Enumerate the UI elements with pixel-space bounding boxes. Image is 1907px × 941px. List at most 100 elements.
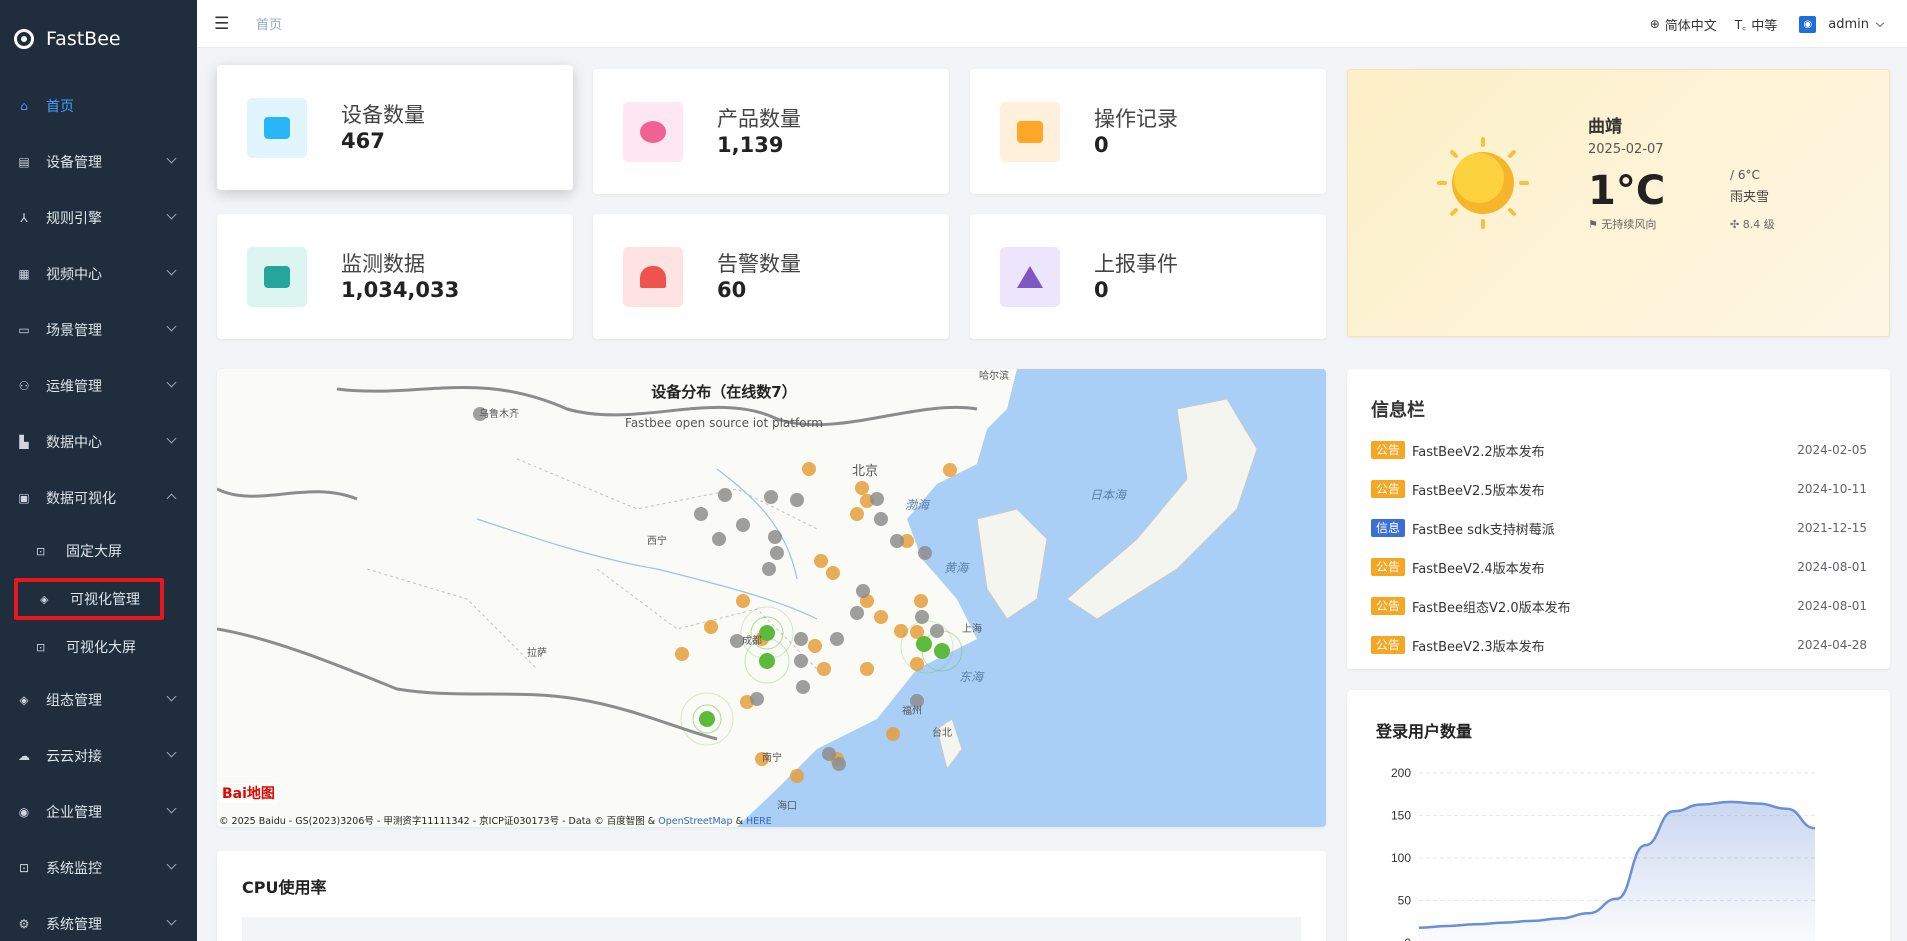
list-item[interactable]: 公告 FastBee组态V2.0版本发布 2024-08-01 bbox=[1371, 596, 1867, 616]
weather-wind-direction: ⚑ 无持续风向 bbox=[1588, 218, 1657, 231]
notice-tag: 公告 bbox=[1371, 480, 1406, 498]
map-label: 北京 bbox=[852, 463, 878, 478]
stat-card-events[interactable]: 上报事件 0 bbox=[970, 214, 1326, 339]
user-menu[interactable]: ◉ admin bbox=[1799, 15, 1885, 33]
stat-card-monitor[interactable]: 监测数据 1,034,033 bbox=[217, 214, 573, 339]
fan-icon: ✣ bbox=[1730, 218, 1743, 231]
notice-tag: 公告 bbox=[1371, 597, 1406, 615]
sidebar-subitem-visual-screen[interactable]: ⊡ 可视化大屏 bbox=[0, 622, 197, 672]
chevron-down-icon bbox=[166, 377, 177, 388]
sidebar-item-rule[interactable]: ⅄ 规则引擎 bbox=[0, 190, 197, 246]
bar-chart-icon: ▙ bbox=[19, 435, 29, 449]
cpu-title: CPU使用率 bbox=[242, 878, 327, 897]
sidebar-item-scene[interactable]: ▭ 场景管理 bbox=[0, 302, 197, 358]
wind-icon: ⚑ bbox=[1588, 218, 1602, 231]
y-tick-label: 100 bbox=[1391, 851, 1411, 865]
map-subtitle: Fastbee open source iot platform bbox=[625, 416, 823, 430]
fastbee-logo-icon bbox=[14, 29, 34, 49]
pulse-monitor-icon bbox=[247, 246, 307, 307]
scene-icon: ▭ bbox=[18, 323, 30, 337]
stat-card-devices[interactable]: 设备数量 467 bbox=[217, 65, 573, 190]
app-logo[interactable]: FastBee bbox=[0, 0, 197, 78]
login-users-card: 登录用户数量 200150100500 bbox=[1347, 690, 1890, 941]
here-link[interactable]: HERE bbox=[746, 816, 772, 827]
list-item[interactable]: 信息 FastBee sdk支持树莓派 2021-12-15 bbox=[1371, 518, 1867, 538]
weather-date: 2025-02-07 bbox=[1588, 142, 1664, 157]
sidebar-item-device[interactable]: ▤ 设备管理 bbox=[0, 134, 197, 190]
map-label: 拉萨 bbox=[527, 646, 547, 659]
stat-card-operations[interactable]: 操作记录 0 bbox=[970, 69, 1326, 194]
triangle-event-icon bbox=[1000, 246, 1060, 307]
map-label: 成都 bbox=[742, 635, 762, 647]
map-label: 福州 bbox=[902, 704, 922, 717]
info-title: 信息栏 bbox=[1371, 400, 1425, 421]
weather-condition: 雨夹雪 bbox=[1730, 190, 1770, 205]
y-tick-label: 200 bbox=[1391, 766, 1411, 780]
device-icon bbox=[247, 97, 307, 158]
breadcrumb[interactable]: 首页 bbox=[256, 14, 282, 33]
sidebar-item-monitor[interactable]: ⊡ 系统监控 bbox=[0, 840, 197, 896]
sidebar-item-visual[interactable]: ▣ 数据可视化 bbox=[0, 470, 197, 526]
rule-icon: ⅄ bbox=[20, 211, 28, 225]
device-map[interactable]: 乌鲁木齐 北京 西宁 拉萨 成都 上海 台北 福州 南宁 海口 哈尔滨 渤海 黄… bbox=[217, 369, 1326, 827]
ops-icon: ⚇ bbox=[18, 379, 30, 393]
screen-icon: ⊡ bbox=[36, 544, 46, 558]
topbar: ☰ 首页 ⊕ 简体中文 T꜀ 中等 ◉ admin bbox=[197, 0, 1907, 48]
font-size-icon: T꜀ bbox=[1734, 17, 1747, 32]
map-label: 海口 bbox=[777, 799, 797, 812]
map-sea-label: 东海 bbox=[959, 670, 985, 684]
sidebar-item-ops[interactable]: ⚇ 运维管理 bbox=[0, 358, 197, 414]
osm-link[interactable]: OpenStreetMap bbox=[658, 816, 732, 827]
sidebar-item-enterprise[interactable]: ◉ 企业管理 bbox=[0, 784, 197, 840]
sidebar-item-video[interactable]: ▦ 视频中心 bbox=[0, 246, 197, 302]
list-item[interactable]: 公告 FastBeeV2.4版本发布 2024-08-01 bbox=[1371, 557, 1867, 577]
notice-tag: 公告 bbox=[1371, 558, 1406, 576]
sidebar-subitem-fixed-screen[interactable]: ⊡ 固定大屏 bbox=[0, 526, 197, 576]
info-panel: 信息栏 公告 FastBeeV2.2版本发布 2024-02-05 公告 FastBe… bbox=[1347, 369, 1890, 669]
monitor-icon: ⊡ bbox=[18, 861, 30, 875]
sidebar-item-config[interactable]: ◈ 组态管理 bbox=[0, 672, 197, 728]
sidebar-item-data[interactable]: ▙ 数据中心 bbox=[0, 414, 197, 470]
notice-tag: 公告 bbox=[1371, 441, 1406, 459]
map-attribution: © 2025 Baidu - GS(2023)3206号 - 甲测资字11111… bbox=[219, 816, 772, 827]
users-line-chart: 200 150 100 50 0 bbox=[1391, 766, 1816, 941]
cloud-icon: ☁ bbox=[18, 749, 30, 763]
baidu-map-logo[interactable]: Bai地图 bbox=[220, 783, 277, 803]
chevron-down-icon bbox=[166, 209, 177, 220]
map-label: 南宁 bbox=[762, 751, 782, 764]
users-area bbox=[1419, 801, 1815, 941]
sidebar-item-cloud[interactable]: ☁ 云云对接 bbox=[0, 728, 197, 784]
map-canvas[interactable]: 乌鲁木齐 北京 西宁 拉萨 成都 上海 台北 福州 南宁 海口 哈尔滨 渤海 黄… bbox=[217, 369, 1326, 827]
list-item[interactable]: 公告 FastBeeV2.5版本发布 2024-10-11 bbox=[1371, 479, 1867, 499]
chevron-down-icon bbox=[166, 803, 177, 814]
chevron-down-icon bbox=[166, 915, 177, 926]
chevron-down-icon bbox=[166, 433, 177, 444]
language-switch[interactable]: ⊕ 简体中文 bbox=[1650, 15, 1717, 34]
notice-tag: 公告 bbox=[1371, 636, 1406, 654]
device-icon: ▤ bbox=[18, 155, 30, 169]
settings-icon: ⚙ bbox=[18, 917, 30, 931]
map-sea-label: 日本海 bbox=[1090, 488, 1128, 502]
sidebar-item-home[interactable]: ⌂ 首页 bbox=[0, 78, 197, 134]
y-tick-label: 0 bbox=[1404, 936, 1411, 941]
weather-city: 曲靖 bbox=[1588, 117, 1622, 137]
map-sea-label: 渤海 bbox=[905, 498, 931, 512]
alarm-siren-icon bbox=[623, 246, 683, 307]
sidebar-subitem-visual-manage[interactable]: ◈ 可视化管理 bbox=[14, 578, 164, 620]
size-switch[interactable]: T꜀ 中等 bbox=[1735, 15, 1778, 34]
sidebar-item-system[interactable]: ⚙ 系统管理 bbox=[0, 896, 197, 941]
screen-icon: ⊡ bbox=[36, 640, 46, 654]
info-tag: 信息 bbox=[1371, 519, 1406, 537]
cpu-chart-area bbox=[242, 917, 1301, 941]
stat-card-alarms[interactable]: 告警数量 60 bbox=[593, 214, 949, 339]
list-item[interactable]: 公告 FastBeeV2.3版本发布 2024-04-28 bbox=[1371, 635, 1867, 655]
visual-icon: ▣ bbox=[18, 491, 30, 505]
map-sea-label: 黄海 bbox=[944, 561, 970, 575]
layers-icon: ◈ bbox=[19, 693, 29, 707]
menu-toggle-icon[interactable]: ☰ bbox=[214, 14, 230, 34]
globe-icon: ⊕ bbox=[1649, 17, 1660, 31]
chevron-down-icon bbox=[1875, 18, 1885, 27]
weather-card: 曲靖 2025-02-07 1°C ⚑ 无持续风向 / 6°C 雨夹雪 ✣ 8.… bbox=[1347, 69, 1890, 337]
list-item[interactable]: 公告 FastBeeV2.2版本发布 2024-02-05 bbox=[1371, 440, 1867, 460]
stat-card-products[interactable]: 产品数量 1,139 bbox=[593, 69, 949, 194]
